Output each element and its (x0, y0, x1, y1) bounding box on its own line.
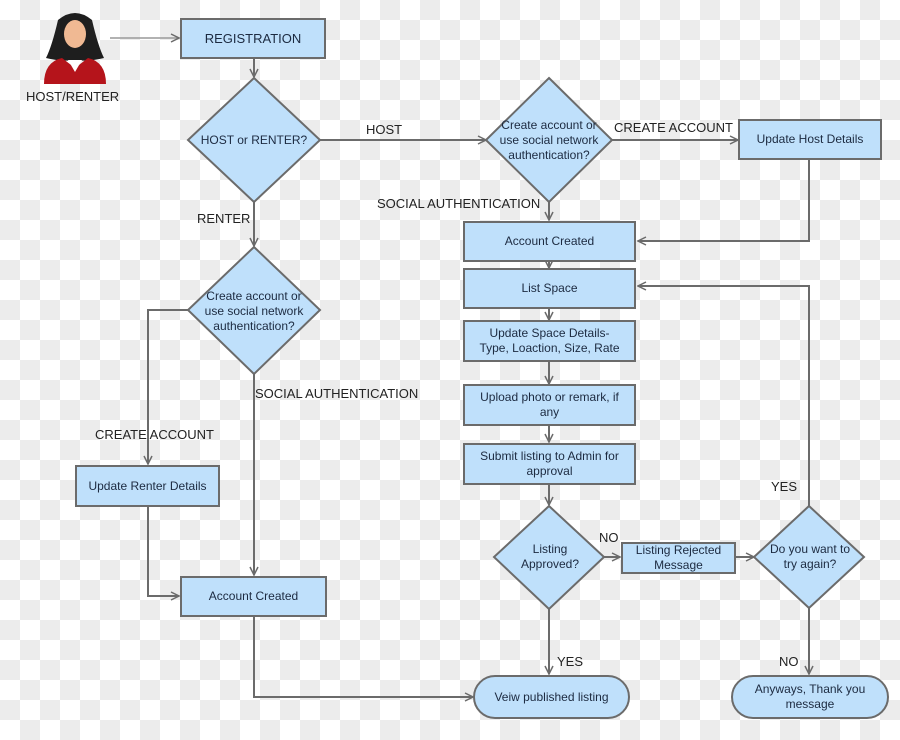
renter-account-created-step[interactable]: Account Created (180, 576, 327, 617)
update-renter-details-step[interactable]: Update Renter Details (75, 465, 220, 507)
label-renter-social-auth: SOCIAL AUTHENTICATION (255, 386, 419, 401)
upload-photo-step[interactable]: Upload photo or remark, if any (463, 384, 636, 426)
edge-tryagain-yes (638, 286, 810, 506)
label-host-create-account: CREATE ACCOUNT (614, 120, 733, 135)
label-host: HOST (366, 122, 403, 137)
actor-label: HOST/RENTER (26, 89, 120, 104)
edge-renter-details-to-account (147, 506, 179, 596)
submit-listing-step[interactable]: Submit listing to Admin for approval (463, 443, 636, 485)
label-approved-no: NO (599, 530, 619, 545)
listing-rejected-step[interactable]: Listing Rejected Message (621, 542, 736, 574)
listing-approved-decision[interactable]: Listing Approved? (505, 542, 595, 572)
label-retry-yes: YES (771, 479, 798, 494)
try-again-decision[interactable]: Do you want to try again? (766, 542, 854, 572)
user-avatar-icon (44, 13, 106, 84)
label-approved-yes: YES (557, 654, 584, 669)
edge-host-details-to-account (638, 158, 810, 241)
label-retry-no: NO (779, 654, 799, 669)
list-space-step[interactable]: List Space (463, 268, 636, 309)
view-published-listing-end[interactable]: Veiw published listing (473, 675, 630, 719)
edge-renter-account-to-view (253, 616, 473, 697)
label-renter-create-account: CREATE ACCOUNT (95, 427, 214, 442)
registration-step[interactable]: REGISTRATION (180, 18, 326, 59)
renter-auth-decision[interactable]: Create account or use social network aut… (197, 286, 311, 336)
host-renter-actor: HOST/RENTER (26, 6, 120, 112)
connectors-layer (110, 0, 866, 740)
update-space-details-step[interactable]: Update Space Details- Type, Loaction, Si… (463, 320, 636, 362)
label-renter: RENTER (197, 211, 251, 226)
label-host-social-auth: SOCIAL AUTHENTICATION (377, 196, 541, 211)
thank-you-message-end[interactable]: Anyways, Thank you message (731, 675, 889, 719)
host-account-created-step[interactable]: Account Created (463, 221, 636, 262)
update-host-details-step[interactable]: Update Host Details (738, 119, 882, 160)
host-auth-decision[interactable]: Create account or use social network aut… (494, 115, 604, 165)
host-or-renter-decision[interactable]: HOST or RENTER? (192, 126, 316, 154)
